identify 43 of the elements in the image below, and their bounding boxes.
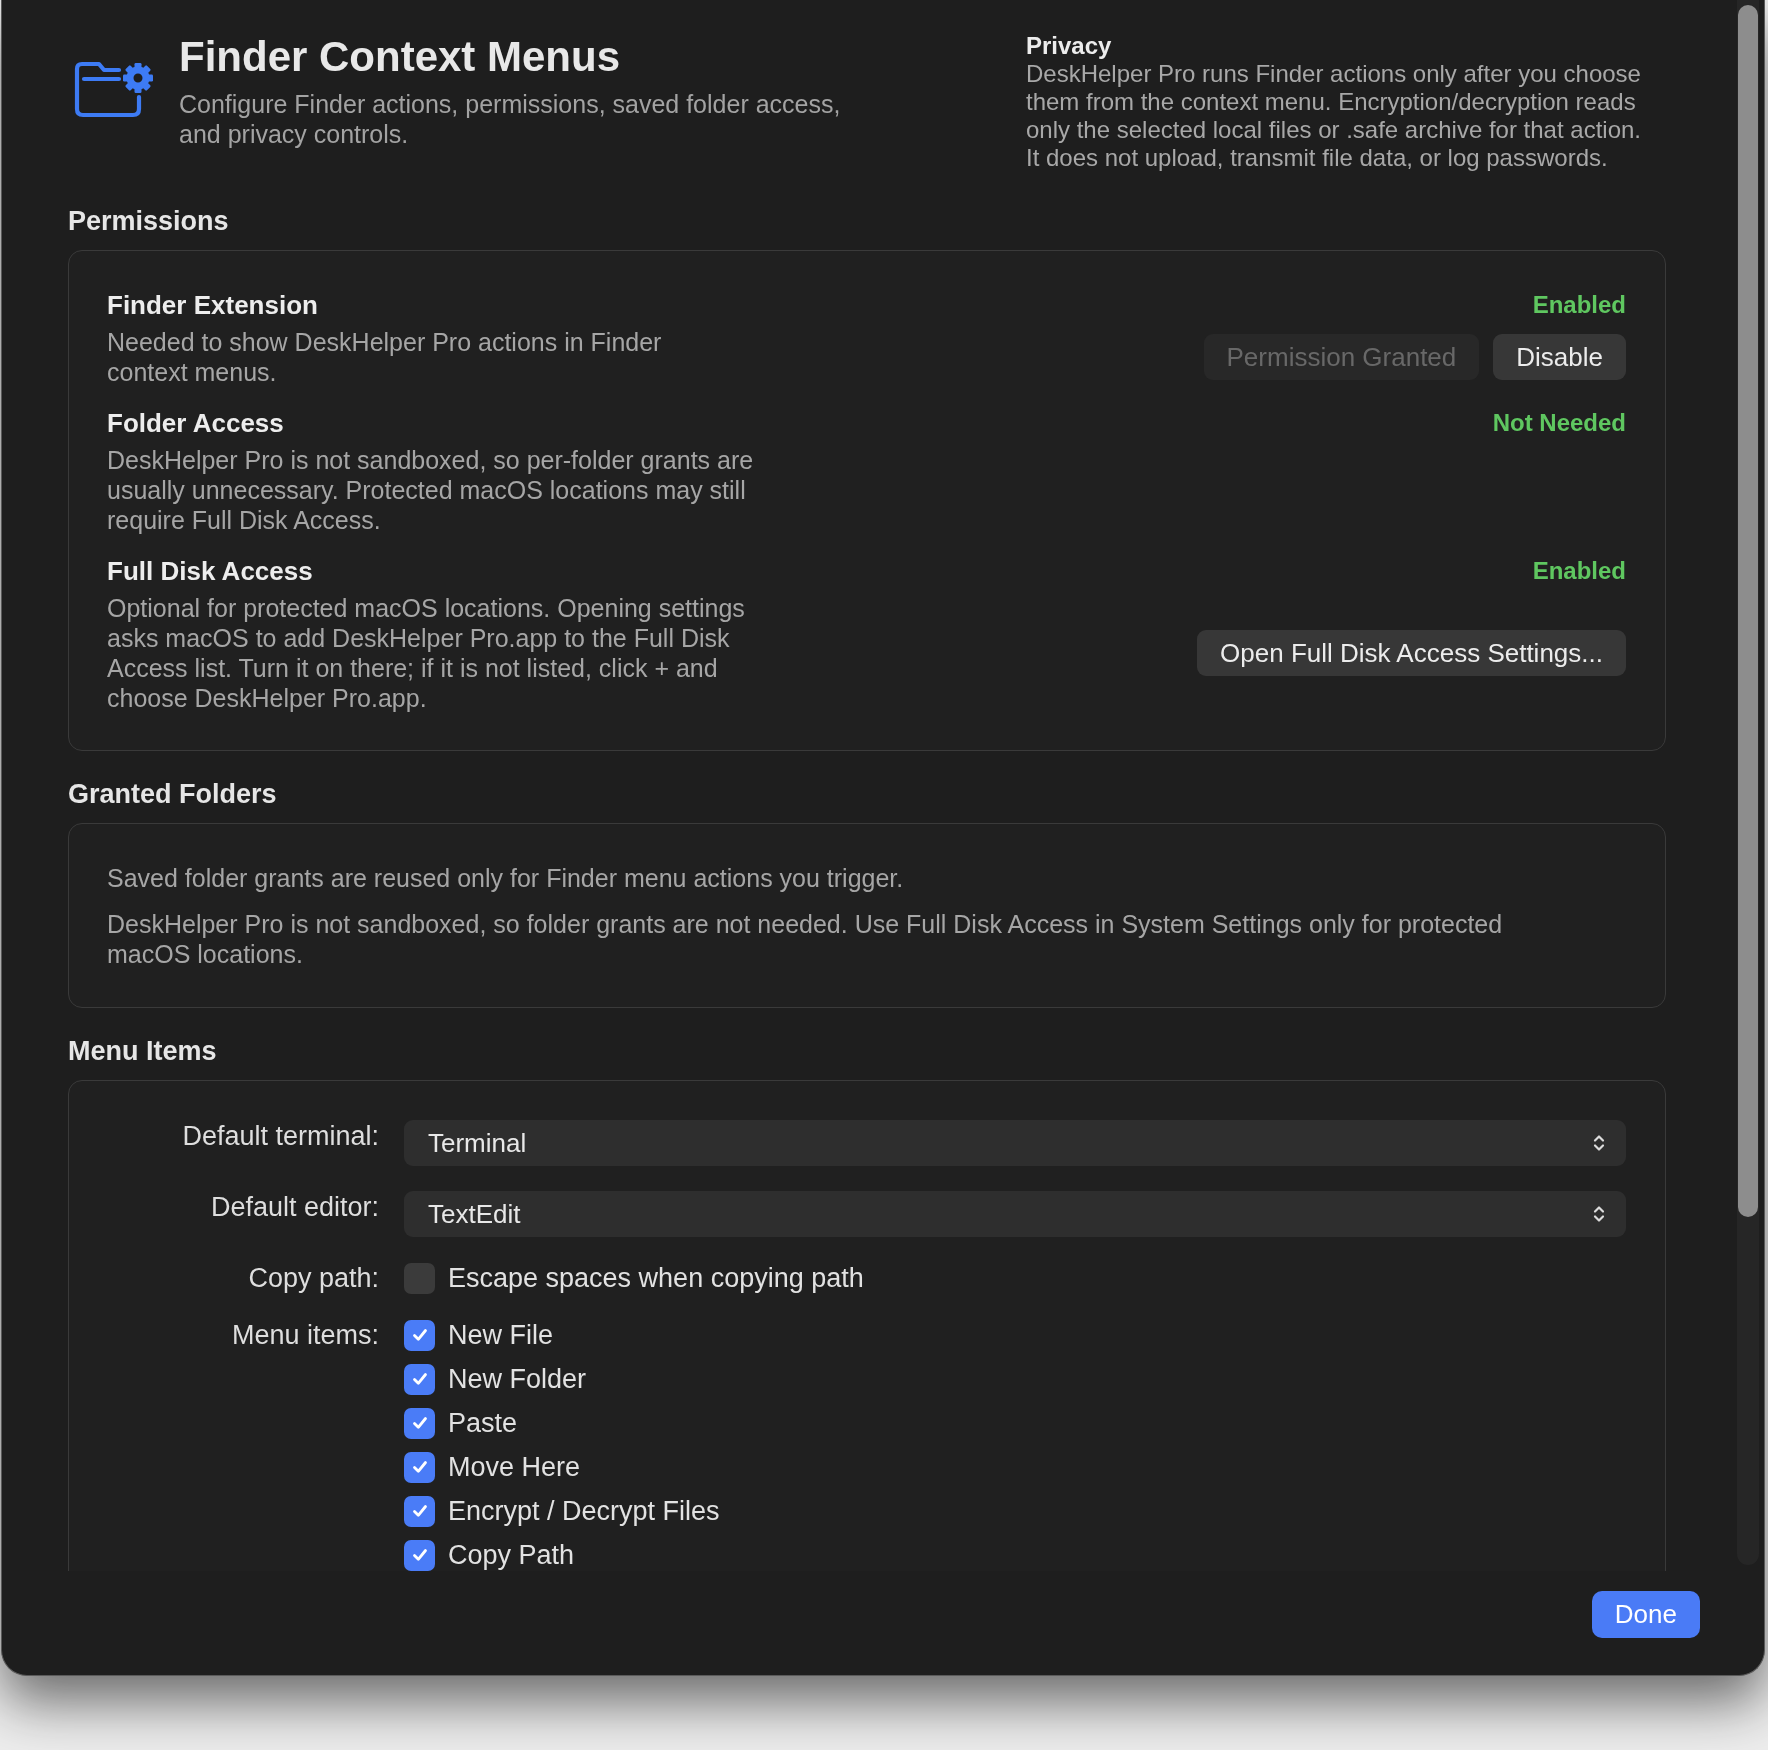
checkbox[interactable] xyxy=(404,1495,435,1527)
popup-button[interactable]: Terminal xyxy=(404,1120,1626,1166)
permission-title: Finder Extension xyxy=(107,290,319,320)
permission-description: DeskHelper Pro is not sandboxed, so per-folder grants are usually unnecessary. Protected macOS locations may still require Full Disk Access. xyxy=(107,445,755,535)
checkbox[interactable] xyxy=(404,1539,435,1571)
form-label: Default terminal: xyxy=(181,1120,379,1152)
permission-description: Optional for protected macOS locations. Opening settings asks macOS to add DeskHelper Pro.app to the Full Disk Access list. Turn it on there; if it is not listed, click + and choose DeskHelper Pro.app. xyxy=(107,593,746,713)
status-label: Not Needed xyxy=(1492,408,1626,438)
permission-title: Folder Access xyxy=(107,408,285,438)
checkbox[interactable] xyxy=(404,1363,435,1395)
section-heading: Menu Items xyxy=(68,1036,218,1066)
permission-description: Needed to show DeskHelper Pro actions in Finder context menus. xyxy=(107,327,663,387)
checkbox[interactable] xyxy=(404,1319,435,1351)
info-text: Saved folder grants are reused only for Finder menu actions you trigger. xyxy=(107,863,905,893)
section-heading: Permissions xyxy=(68,206,230,236)
status-label: Enabled xyxy=(1532,556,1626,586)
info-text: DeskHelper Pro is not sandboxed, so folder grants are not needed. Use Full Disk Access in System Settings only for protected macOS locations. xyxy=(107,909,1504,969)
action-button[interactable]: Open Full Disk Access Settings... xyxy=(1197,630,1626,676)
popup-button[interactable]: TextEdit xyxy=(404,1191,1626,1237)
checkbox-label[interactable]: Escape spaces when copying path xyxy=(448,1262,864,1294)
checkbox[interactable] xyxy=(404,1407,435,1439)
checkbox[interactable] xyxy=(404,1451,435,1483)
status-label: Enabled xyxy=(1532,290,1626,320)
permission-title: Full Disk Access xyxy=(107,556,314,586)
form-label: Default editor: xyxy=(209,1191,379,1223)
form-label: Copy path: xyxy=(247,1262,379,1294)
privacy-heading: Privacy xyxy=(1026,32,1113,60)
checkbox-label[interactable]: New Folder xyxy=(448,1363,587,1395)
checkbox[interactable] xyxy=(404,1262,435,1294)
page-title: Finder Context Menus xyxy=(179,33,622,81)
checkbox-label[interactable]: Move Here xyxy=(448,1451,581,1483)
done-button[interactable]: Done xyxy=(1591,1591,1700,1638)
checkbox-label[interactable]: New File xyxy=(448,1319,554,1351)
checkbox-label[interactable]: Encrypt / Decrypt Files xyxy=(448,1495,720,1527)
scrollbar-thumb[interactable] xyxy=(1738,5,1758,1217)
page-subtitle: Configure Finder actions, permissions, saved folder access, and privacy controls. xyxy=(179,89,842,149)
section-heading: Granted Folders xyxy=(68,779,278,809)
form-label: Menu items: xyxy=(230,1319,379,1351)
action-button[interactable]: Disable xyxy=(1493,334,1626,380)
privacy-text: DeskHelper Pro runs Finder actions only after you choose them from the context menu. Encryption/decryption reads only the selected local files or .safe archive for that action. It does not upload, transmit file data, or log passwords. xyxy=(1026,60,1642,172)
checkbox-label[interactable]: Copy Path xyxy=(448,1539,575,1571)
checkbox-label[interactable]: Paste xyxy=(448,1407,518,1439)
folder-gear-icon xyxy=(74,60,154,118)
